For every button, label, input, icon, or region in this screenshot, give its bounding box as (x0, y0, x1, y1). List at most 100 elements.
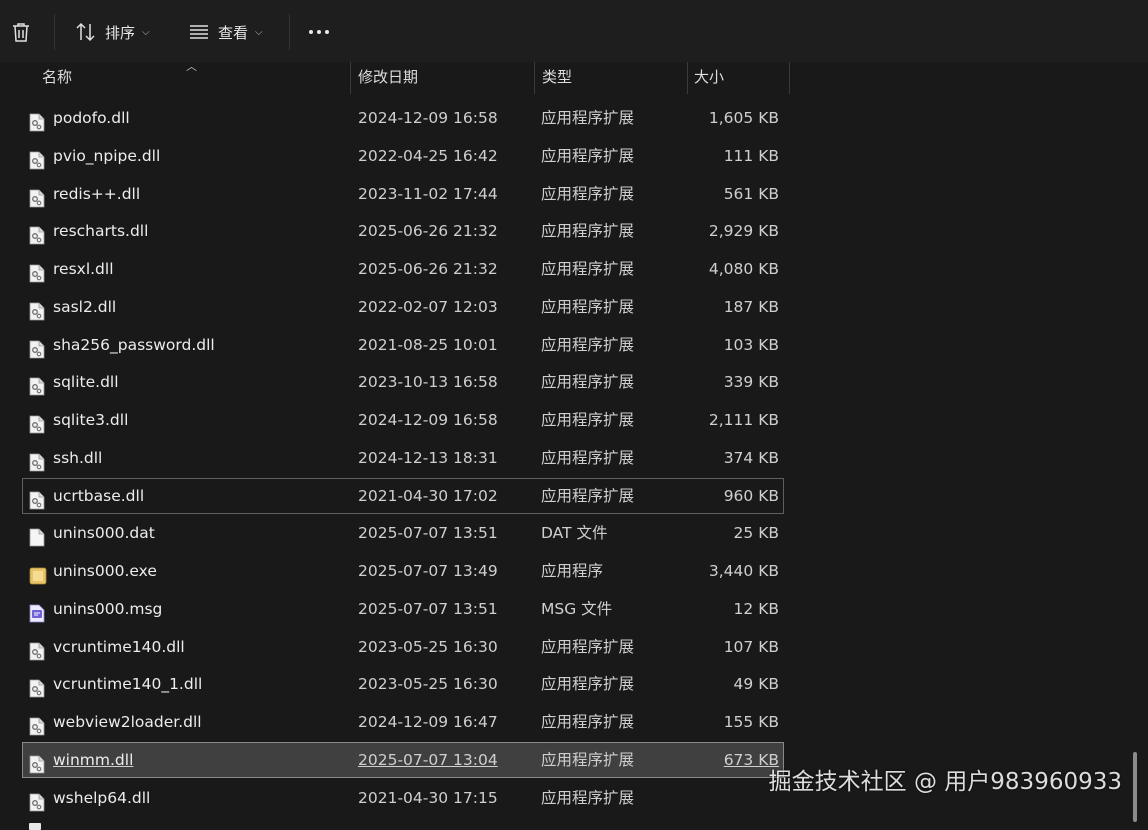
dll-file-icon (29, 147, 45, 170)
vertical-scrollbar[interactable] (1133, 752, 1137, 822)
file-modified-date: 2025-07-07 13:51 (358, 524, 498, 543)
file-size (686, 780, 779, 816)
file-row[interactable]: ssh.dll 2024-12-13 18:31 应用程序扩展 374 KB (22, 440, 784, 476)
dll-file-icon (29, 336, 45, 358)
column-header-row: 名称 修改日期 类型 大小 (0, 62, 1148, 94)
file-name: unins000.msg (53, 599, 163, 618)
file-size: 111 KB (723, 146, 779, 165)
dll-file-icon (29, 411, 45, 434)
file-size: 25 KB (733, 524, 779, 543)
column-header-name[interactable]: 名称 (42, 62, 72, 94)
file-name: vcruntime140.dll (53, 637, 185, 656)
file-row[interactable]: wshelp64.dll 2021-04-30 17:15 应用程序扩展 (22, 780, 784, 816)
file-name: vcruntime140_1.dll (53, 675, 203, 694)
file-row[interactable]: resxl.dll 2025-06-26 21:32 应用程序扩展 4,080 KB (22, 251, 784, 287)
column-header-size[interactable]: 大小 (694, 62, 724, 94)
file-size: 2,929 KB (708, 222, 779, 241)
dll-file-icon (29, 638, 45, 660)
file-type: 应用程序扩展 (541, 411, 635, 429)
file-modified-date: 2021-08-25 10:01 (358, 335, 498, 354)
view-button[interactable]: 查看 ⌵ (188, 21, 263, 43)
file-type: MSG 文件 (541, 599, 613, 618)
dll-file-icon (29, 789, 45, 811)
file-row[interactable]: sha256_password.dll 2021-08-25 10:01 应用程序扩… (22, 327, 784, 363)
file-type: 应用程序扩展 (541, 675, 635, 694)
file-modified-date: 2022-02-07 12:03 (358, 297, 498, 316)
trash-icon (13, 23, 29, 42)
file-name: rescharts.dll (53, 222, 149, 241)
file-row[interactable]: redis++.dll 2023-11-02 17:44 应用程序扩展 561 KB (22, 176, 784, 212)
file-type: 应用程序扩展 (541, 373, 635, 392)
delete-button[interactable] (10, 21, 32, 43)
file-type: 应用程序扩展 (541, 297, 635, 316)
file-size: 155 KB (723, 713, 779, 731)
file-name: unins000.dat (53, 524, 155, 543)
file-type: 应用程序扩展 (541, 146, 635, 165)
column-header-type[interactable]: 类型 (542, 62, 572, 94)
file-row[interactable]: vcruntime140_1.dll 2023-05-25 16:30 应用程序扩展… (22, 666, 784, 702)
file-row[interactable]: sqlite.dll 2023-10-13 16:58 应用程序扩展 339 KB (22, 364, 784, 400)
file-name: winmm.dll (53, 750, 134, 769)
file-size: 960 KB (723, 486, 779, 505)
file-type: 应用程序扩展 (541, 222, 635, 241)
file-row[interactable]: vcruntime140.dll 2023-05-25 16:30 应用程序扩展 10… (22, 629, 784, 665)
file-modified-date: 2023-11-02 17:44 (358, 184, 498, 203)
file-name: sasl2.dll (53, 297, 117, 316)
file-type: 应用程序扩展 (541, 713, 635, 731)
more-dots-icon (309, 30, 329, 34)
file-type: 应用程序扩展 (541, 637, 635, 656)
sort-ascending-icon: ︿ (186, 60, 197, 73)
dll-file-icon (29, 185, 45, 207)
file-name: sha256_password.dll (53, 335, 215, 354)
file-type: 应用程序扩展 (541, 184, 635, 203)
file-type: 应用程序扩展 (541, 486, 635, 505)
view-lines-icon (190, 25, 208, 39)
file-row[interactable]: sasl2.dll 2022-02-07 12:03 应用程序扩展 187 KB (22, 289, 784, 325)
column-divider[interactable] (789, 62, 790, 94)
file-row[interactable]: unins000.msg 2025-07-07 13:51 MSG 文件 12 KB (22, 591, 784, 627)
column-divider[interactable] (350, 62, 351, 94)
column-divider[interactable] (534, 62, 535, 94)
file-modified-date: 2023-10-13 16:58 (358, 373, 498, 392)
toolbar-divider (54, 14, 55, 50)
file-modified-date: 2022-04-25 16:42 (358, 146, 498, 165)
dll-file-icon (29, 675, 45, 698)
file-modified-date: 2025-07-07 13:51 (358, 599, 498, 618)
file-modified-date: 2025-06-26 21:32 (358, 260, 498, 278)
file-name: webview2loader.dll (53, 713, 202, 731)
file-type: 应用程序扩展 (541, 335, 635, 354)
file-modified-date: 2024-12-13 18:31 (358, 448, 498, 467)
file-row[interactable]: ucrtbase.dll 2021-04-30 17:02 应用程序扩展 960 KB (22, 477, 784, 514)
file-row[interactable]: unins000.exe 2025-07-07 13:49 应用程序 3,440 KB (22, 553, 784, 589)
file-modified-date: 2021-04-30 17:02 (358, 486, 498, 505)
file-modified-date: 2025-07-07 13:04 (358, 750, 498, 769)
file-row[interactable]: pvio_npipe.dll 2022-04-25 16:42 应用程序扩展 111 … (22, 138, 784, 174)
message-file-icon (29, 600, 45, 623)
file-size: 2,111 KB (708, 411, 779, 429)
file-row[interactable]: sqlite3.dll 2024-12-09 16:58 应用程序扩展 2,111 K… (22, 402, 784, 438)
file-type: 应用程序扩展 (541, 109, 635, 127)
file-size: 103 KB (723, 335, 779, 354)
chevron-down-icon: ⌵ (255, 26, 263, 38)
file-row[interactable]: webview2loader.dll 2024-12-09 16:47 应用程序扩展… (22, 704, 784, 740)
installer-icon (29, 562, 47, 585)
file-row[interactable]: unins000.dat 2025-07-07 13:51 DAT 文件 25 KB (22, 515, 784, 551)
file-modified-date: 2024-12-09 16:58 (358, 109, 498, 127)
command-bar: 排序 ⌵ 查看 ⌵ (0, 0, 1148, 62)
file-row[interactable]: winmm.dll 2025-07-07 13:04 应用程序扩展 673 KB (22, 741, 784, 778)
sort-button[interactable]: 排序 ⌵ (75, 21, 150, 43)
file-modified-date: 2024-12-09 16:58 (358, 411, 498, 429)
file-size: 1,605 KB (708, 109, 779, 127)
file-row[interactable]: rescharts.dll 2025-06-26 21:32 应用程序扩展 2,929… (22, 213, 784, 249)
file-modified-date: 2025-06-26 21:32 (358, 222, 498, 241)
file-type: 应用程序 (541, 562, 604, 580)
column-header-date[interactable]: 修改日期 (358, 62, 418, 94)
file-row[interactable]: podofo.dll 2024-12-09 16:58 应用程序扩展 1,605 KB (22, 100, 784, 136)
column-divider[interactable] (687, 62, 688, 94)
more-options-button[interactable] (307, 20, 331, 44)
file-modified-date: 2024-12-09 16:47 (358, 713, 498, 731)
file-modified-date: 2025-07-07 13:49 (358, 562, 498, 580)
watermark: 掘金技术社区 @ 用户983960933 (769, 762, 1122, 796)
file-size: 49 KB (733, 675, 779, 694)
dll-file-icon (29, 487, 45, 509)
